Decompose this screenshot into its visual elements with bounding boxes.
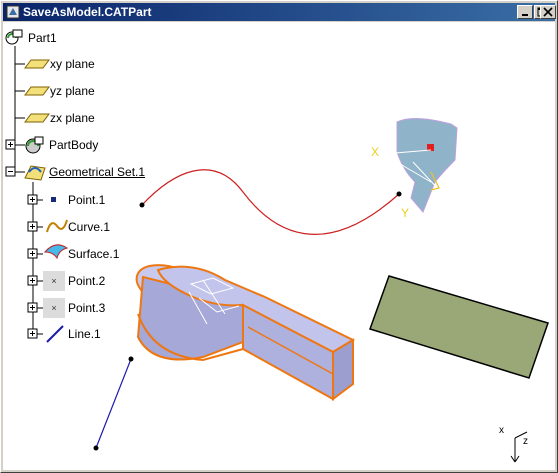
compass-z-label: z [523,436,528,447]
tree-item-curve1[interactable]: Curve.1 [68,220,110,234]
tree-item-geometrical-set[interactable]: Geometrical Set.1 [49,165,145,179]
tree-item-xy-plane[interactable]: xy plane [50,57,95,71]
window-title: SaveAsModel.CATPart [23,5,152,19]
expand-toggle-point1[interactable] [27,194,38,205]
point-icon [51,197,56,202]
curve-endpoint[interactable] [396,191,402,197]
expand-toggle-curve1[interactable] [27,221,38,232]
tree-item-zx-plane[interactable]: zx plane [50,111,95,125]
point-icon: × [43,271,65,291]
3d-viewport[interactable]: × × X Y x z Part1 xy plane yz plane zx p… [3,22,555,470]
plane-icon [24,86,50,96]
surface-icon [43,244,69,260]
extruded-solid[interactable] [130,256,356,401]
line-1[interactable] [95,358,132,449]
tree-item-point1[interactable]: Point.1 [68,193,105,207]
svg-text:×: × [51,276,56,286]
tree-item-surface1[interactable]: Surface.1 [68,247,119,261]
line-endpoint[interactable] [128,356,134,362]
compass-x-label: x [499,425,504,436]
line-endpoint[interactable] [93,445,99,451]
plane-icon [24,113,50,123]
close-icon [543,7,553,17]
expand-toggle-point2[interactable] [27,275,38,286]
tree-item-partbody[interactable]: PartBody [49,138,98,152]
curve-1[interactable] [141,169,400,235]
catpart-app-icon [6,5,20,19]
tree-item-line1[interactable]: Line.1 [68,327,101,341]
plane-y-label: Y [401,206,409,220]
collapse-toggle-geometrical-set[interactable] [5,166,16,177]
tree-root-part1[interactable]: Part1 [28,31,57,45]
part-root-icon[interactable] [5,29,23,45]
line-icon [46,325,64,343]
expand-toggle-surface1[interactable] [27,248,38,259]
title-bar[interactable]: SaveAsModel.CATPart [3,3,555,21]
svg-text:×: × [51,303,56,313]
curve-icon [46,219,68,233]
expand-toggle-line1[interactable] [27,328,38,339]
catia-window: SaveAsModel.CATPart × × X Y x z Part1 xy… [0,0,558,473]
point-icon: × [43,298,65,318]
minimize-button[interactable] [517,5,533,19]
tree-item-point2[interactable]: Point.2 [68,274,105,288]
rectangular-surface[interactable] [369,275,549,379]
tree-item-yz-plane[interactable]: yz plane [50,84,95,98]
geometrical-set-icon [24,165,46,181]
curve-endpoint[interactable] [139,202,145,208]
plane-icon [24,59,50,69]
partbody-icon [25,136,44,154]
expand-toggle-point3[interactable] [27,302,38,313]
close-button[interactable] [540,5,556,19]
tree-item-point3[interactable]: Point.3 [68,301,105,315]
minimize-icon [522,14,528,16]
expand-toggle-partbody[interactable] [5,139,16,150]
plane-x-label: X [371,145,379,159]
